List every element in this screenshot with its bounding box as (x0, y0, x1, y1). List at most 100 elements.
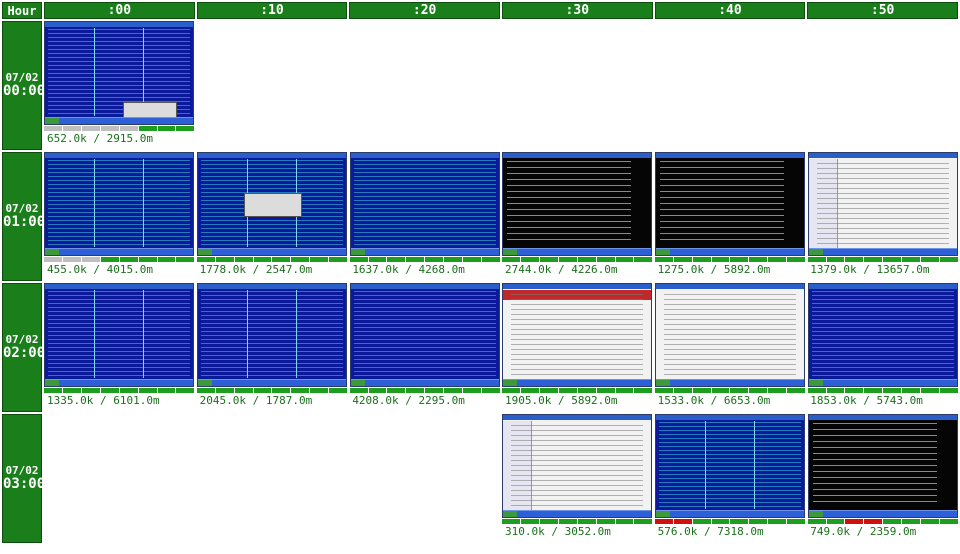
header-row: Hour :00 :10 :20 :30 :40 :50 (2, 2, 958, 19)
window-titlebar (655, 284, 804, 289)
panel-divider (295, 290, 297, 378)
activity-bar-segment (787, 388, 805, 393)
activity-bar-segment (596, 519, 615, 524)
activity-bar-segment (291, 257, 310, 262)
panel-divider (94, 28, 96, 116)
terminal-text-lines (507, 161, 632, 245)
hour-row: 07/02 01:00 455.0k / 4015.0m 1778.0k / 2547… (2, 152, 958, 281)
activity-bar-segment (521, 257, 540, 262)
screenshot-thumbnail[interactable] (196, 152, 347, 256)
column-header: :10 (196, 2, 348, 19)
screenshot-thumbnail[interactable] (654, 152, 805, 256)
activity-bar-segment (634, 388, 653, 393)
activity-bar-segment (82, 126, 100, 131)
taskbar (655, 510, 804, 517)
activity-bar-segment (577, 388, 596, 393)
activity-bar-segment (920, 519, 939, 524)
screenshot-thumbnail[interactable] (502, 152, 653, 256)
grid-cell: 1275.0k / 5892.0m (654, 152, 806, 281)
grid-cell: 1853.0k / 5743.0m (807, 283, 958, 412)
screenshot-thumbnail[interactable] (44, 21, 195, 125)
activity-bar-segment (234, 388, 253, 393)
cell-stats: 1778.0k / 2547.0m (199, 263, 313, 276)
screenshot-thumbnail[interactable] (44, 283, 195, 387)
start-button (808, 249, 823, 255)
taskbar (503, 379, 652, 386)
column-header: :00 (44, 2, 195, 19)
activity-bar-segment (787, 519, 805, 524)
activity-bars (44, 257, 195, 262)
start-button (45, 249, 60, 255)
screenshot-thumbnail[interactable] (502, 414, 653, 518)
activity-bars (654, 257, 805, 262)
activity-bars (502, 519, 653, 524)
activity-bar-segment (349, 257, 368, 262)
activity-bar-segment (310, 257, 329, 262)
cell-stats: 1637.0k / 4268.0m (352, 263, 465, 276)
cell-stats: 4208.0k / 2295.0m (352, 394, 465, 407)
activity-bars (807, 519, 958, 524)
grid-cell: 1379.0k / 13657.0m (807, 152, 958, 281)
activity-bar-segment (692, 519, 711, 524)
start-button (503, 249, 518, 255)
empty-cell (501, 21, 653, 150)
row-time: 03:00 (3, 476, 46, 492)
screenshot-thumbnail[interactable] (502, 283, 653, 387)
column-header: :40 (654, 2, 806, 19)
taskbar (45, 117, 194, 124)
activity-bars (349, 257, 500, 262)
activity-bar-segment (902, 519, 920, 524)
terminal-text-lines (659, 161, 784, 245)
window-titlebar (45, 284, 194, 289)
empty-cell (196, 21, 348, 150)
empty-cell (44, 414, 195, 543)
activity-bar-segment (558, 257, 577, 262)
screenshot-thumbnail[interactable] (349, 152, 500, 256)
activity-bar-segment (749, 388, 768, 393)
activity-bar-segment (558, 388, 577, 393)
activity-bar-segment (883, 519, 902, 524)
screenshot-thumbnail[interactable] (654, 414, 805, 518)
taskbar (655, 248, 804, 255)
activity-bar-segment (100, 126, 119, 131)
screenshot-thumbnail[interactable] (654, 283, 805, 387)
taskbar (808, 248, 957, 255)
empty-cell (349, 21, 500, 150)
panel-divider (246, 290, 248, 378)
grid-cell: 1905.0k / 5892.0m (501, 283, 653, 412)
activity-bar-segment (82, 388, 100, 393)
activity-bar-segment (939, 388, 958, 393)
activity-bar-segment (444, 388, 462, 393)
grid-cell: 749.0k / 2359.0m (807, 414, 958, 543)
screenshot-thumbnail[interactable] (196, 283, 347, 387)
start-button (503, 511, 518, 517)
screenshot-thumbnail[interactable] (349, 283, 500, 387)
screenshot-thumbnail[interactable] (807, 283, 958, 387)
grid-cell: 1778.0k / 2547.0m (196, 152, 348, 281)
activity-bar-segment (44, 257, 63, 262)
activity-bars (349, 388, 500, 393)
window-titlebar (808, 284, 957, 289)
activity-bar-segment (864, 519, 883, 524)
row-hour-label: 07/02 02:00 (2, 283, 45, 412)
screenshot-thumbnail[interactable] (807, 414, 958, 518)
activity-bars (44, 388, 195, 393)
cell-stats: 1275.0k / 5892.0m (657, 263, 771, 276)
activity-bar-segment (749, 257, 768, 262)
panel-divider (753, 421, 755, 509)
row-hour-label: 07/02 01:00 (2, 152, 45, 281)
empty-cell (654, 21, 806, 150)
activity-bars (807, 388, 958, 393)
activity-bar-segment (845, 519, 864, 524)
screenshot-thumbnail[interactable] (44, 152, 195, 256)
activity-bar-segment (481, 388, 500, 393)
activity-bar-segment (654, 388, 673, 393)
panel-divider (704, 421, 706, 509)
document-text-lines (816, 163, 949, 245)
window-titlebar (197, 284, 346, 289)
hour-header: Hour (2, 2, 42, 19)
file-list-columns (658, 422, 801, 509)
screenshot-thumbnail[interactable] (807, 152, 958, 256)
document-text-lines (663, 294, 796, 376)
activity-bar-segment (577, 257, 596, 262)
